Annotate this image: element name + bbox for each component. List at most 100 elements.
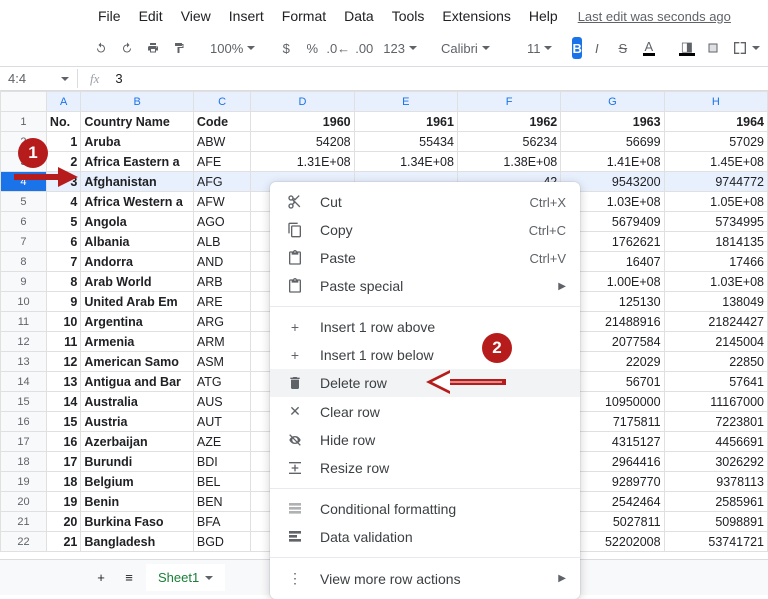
cell[interactable]: 1961	[354, 112, 457, 132]
context-paste-special[interactable]: Paste special ▶	[270, 272, 580, 300]
cell[interactable]: 8	[46, 272, 80, 292]
cell[interactable]: BDI	[193, 452, 250, 472]
row-header[interactable]: 17	[1, 432, 47, 452]
cell[interactable]: 1.05E+08	[664, 192, 767, 212]
cell[interactable]: AZE	[193, 432, 250, 452]
cell[interactable]: 55434	[354, 132, 457, 152]
cell[interactable]: Armenia	[81, 332, 194, 352]
font-size-select[interactable]: 11	[523, 39, 557, 58]
cell[interactable]: 1.03E+08	[664, 272, 767, 292]
cell[interactable]: AFE	[193, 152, 250, 172]
col-header-F[interactable]: F	[457, 92, 560, 112]
cell[interactable]: BFA	[193, 512, 250, 532]
cell[interactable]: Australia	[81, 392, 194, 412]
sheet-tab-menu-icon[interactable]	[205, 576, 213, 580]
cell[interactable]: 16	[46, 432, 80, 452]
context-conditional-formatting[interactable]: Conditional formatting	[270, 495, 580, 523]
formula-input[interactable]: 3	[111, 69, 768, 88]
cell[interactable]: 1.45E+08	[664, 152, 767, 172]
row-header[interactable]: 1	[1, 112, 47, 132]
cell[interactable]: 1.41E+08	[561, 152, 664, 172]
row-header[interactable]: 18	[1, 452, 47, 472]
cell[interactable]: 7	[46, 252, 80, 272]
cell[interactable]: 21	[46, 532, 80, 552]
cell[interactable]: AFW	[193, 192, 250, 212]
italic-button[interactable]: I	[586, 36, 608, 60]
row-header[interactable]: 11	[1, 312, 47, 332]
cell[interactable]: 20	[46, 512, 80, 532]
row-header[interactable]: 9	[1, 272, 47, 292]
print-button[interactable]	[142, 36, 164, 60]
context-hide-row[interactable]: Hide row	[270, 426, 580, 454]
context-insert-above[interactable]: + Insert 1 row above	[270, 313, 580, 341]
cell[interactable]: 19	[46, 492, 80, 512]
row-header[interactable]: 7	[1, 232, 47, 252]
cell[interactable]: 1964	[664, 112, 767, 132]
row-header[interactable]: 14	[1, 372, 47, 392]
row-header[interactable]: 10	[1, 292, 47, 312]
cell[interactable]: AUS	[193, 392, 250, 412]
context-data-validation[interactable]: Data validation	[270, 523, 580, 551]
col-header-D[interactable]: D	[251, 92, 354, 112]
cell[interactable]: Africa Eastern a	[81, 152, 194, 172]
borders-button[interactable]	[702, 36, 724, 60]
cell[interactable]: 1963	[561, 112, 664, 132]
font-family-select[interactable]: Calibri	[437, 39, 507, 58]
context-clear-row[interactable]: ✕ Clear row	[270, 397, 580, 426]
cell[interactable]: 18	[46, 472, 80, 492]
row-header[interactable]: 22	[1, 532, 47, 552]
col-header-C[interactable]: C	[193, 92, 250, 112]
last-edit-label[interactable]: Last edit was seconds ago	[578, 9, 731, 24]
context-paste[interactable]: Paste Ctrl+V	[270, 244, 580, 272]
cell[interactable]: 1962	[457, 112, 560, 132]
cell[interactable]: 7223801	[664, 412, 767, 432]
cell[interactable]: 17466	[664, 252, 767, 272]
cell[interactable]: Aruba	[81, 132, 194, 152]
cell[interactable]: Andorra	[81, 252, 194, 272]
merge-cells-button[interactable]	[728, 38, 764, 58]
cell[interactable]: 6	[46, 232, 80, 252]
cell[interactable]: 57029	[664, 132, 767, 152]
menu-insert[interactable]: Insert	[221, 4, 272, 28]
cell[interactable]: 9378113	[664, 472, 767, 492]
bold-button[interactable]: B	[572, 37, 581, 59]
cell[interactable]: 54208	[251, 132, 354, 152]
cell[interactable]: Burkina Faso	[81, 512, 194, 532]
cell[interactable]: United Arab Em	[81, 292, 194, 312]
redo-button[interactable]	[116, 36, 138, 60]
context-more-actions[interactable]: ⋮ View more row actions ▶	[270, 564, 580, 593]
cell[interactable]: Azerbaijan	[81, 432, 194, 452]
cell[interactable]: 1	[46, 132, 80, 152]
paint-format-button[interactable]	[168, 36, 190, 60]
cell[interactable]: Bangladesh	[81, 532, 194, 552]
cell[interactable]: Benin	[81, 492, 194, 512]
table-row[interactable]: 1 No. Country Name Code 1960 1961 1962 1…	[1, 112, 768, 132]
row-header[interactable]: 20	[1, 492, 47, 512]
add-sheet-button[interactable]: +	[90, 566, 112, 590]
currency-button[interactable]: $	[275, 36, 297, 60]
cell[interactable]: Burundi	[81, 452, 194, 472]
cell[interactable]: Antigua and Bar	[81, 372, 194, 392]
cell[interactable]: 56234	[457, 132, 560, 152]
table-row[interactable]: 32Africa Eastern aAFE1.31E+081.34E+081.3…	[1, 152, 768, 172]
cell[interactable]: 21824427	[664, 312, 767, 332]
cell[interactable]: 10	[46, 312, 80, 332]
menu-data[interactable]: Data	[336, 4, 382, 28]
col-header-B[interactable]: B	[81, 92, 194, 112]
cell[interactable]: AND	[193, 252, 250, 272]
undo-button[interactable]	[90, 36, 112, 60]
text-color-button[interactable]: A	[638, 36, 660, 60]
cell[interactable]: 15	[46, 412, 80, 432]
cell[interactable]: Africa Western a	[81, 192, 194, 212]
cell[interactable]: BGD	[193, 532, 250, 552]
cell[interactable]: 11	[46, 332, 80, 352]
cell[interactable]: 53741721	[664, 532, 767, 552]
cell[interactable]: ALB	[193, 232, 250, 252]
cell[interactable]: 4456691	[664, 432, 767, 452]
cell[interactable]: ARB	[193, 272, 250, 292]
cell[interactable]: Argentina	[81, 312, 194, 332]
row-header[interactable]: 8	[1, 252, 47, 272]
menu-extensions[interactable]: Extensions	[434, 4, 518, 28]
menu-help[interactable]: Help	[521, 4, 566, 28]
cell[interactable]: AUT	[193, 412, 250, 432]
